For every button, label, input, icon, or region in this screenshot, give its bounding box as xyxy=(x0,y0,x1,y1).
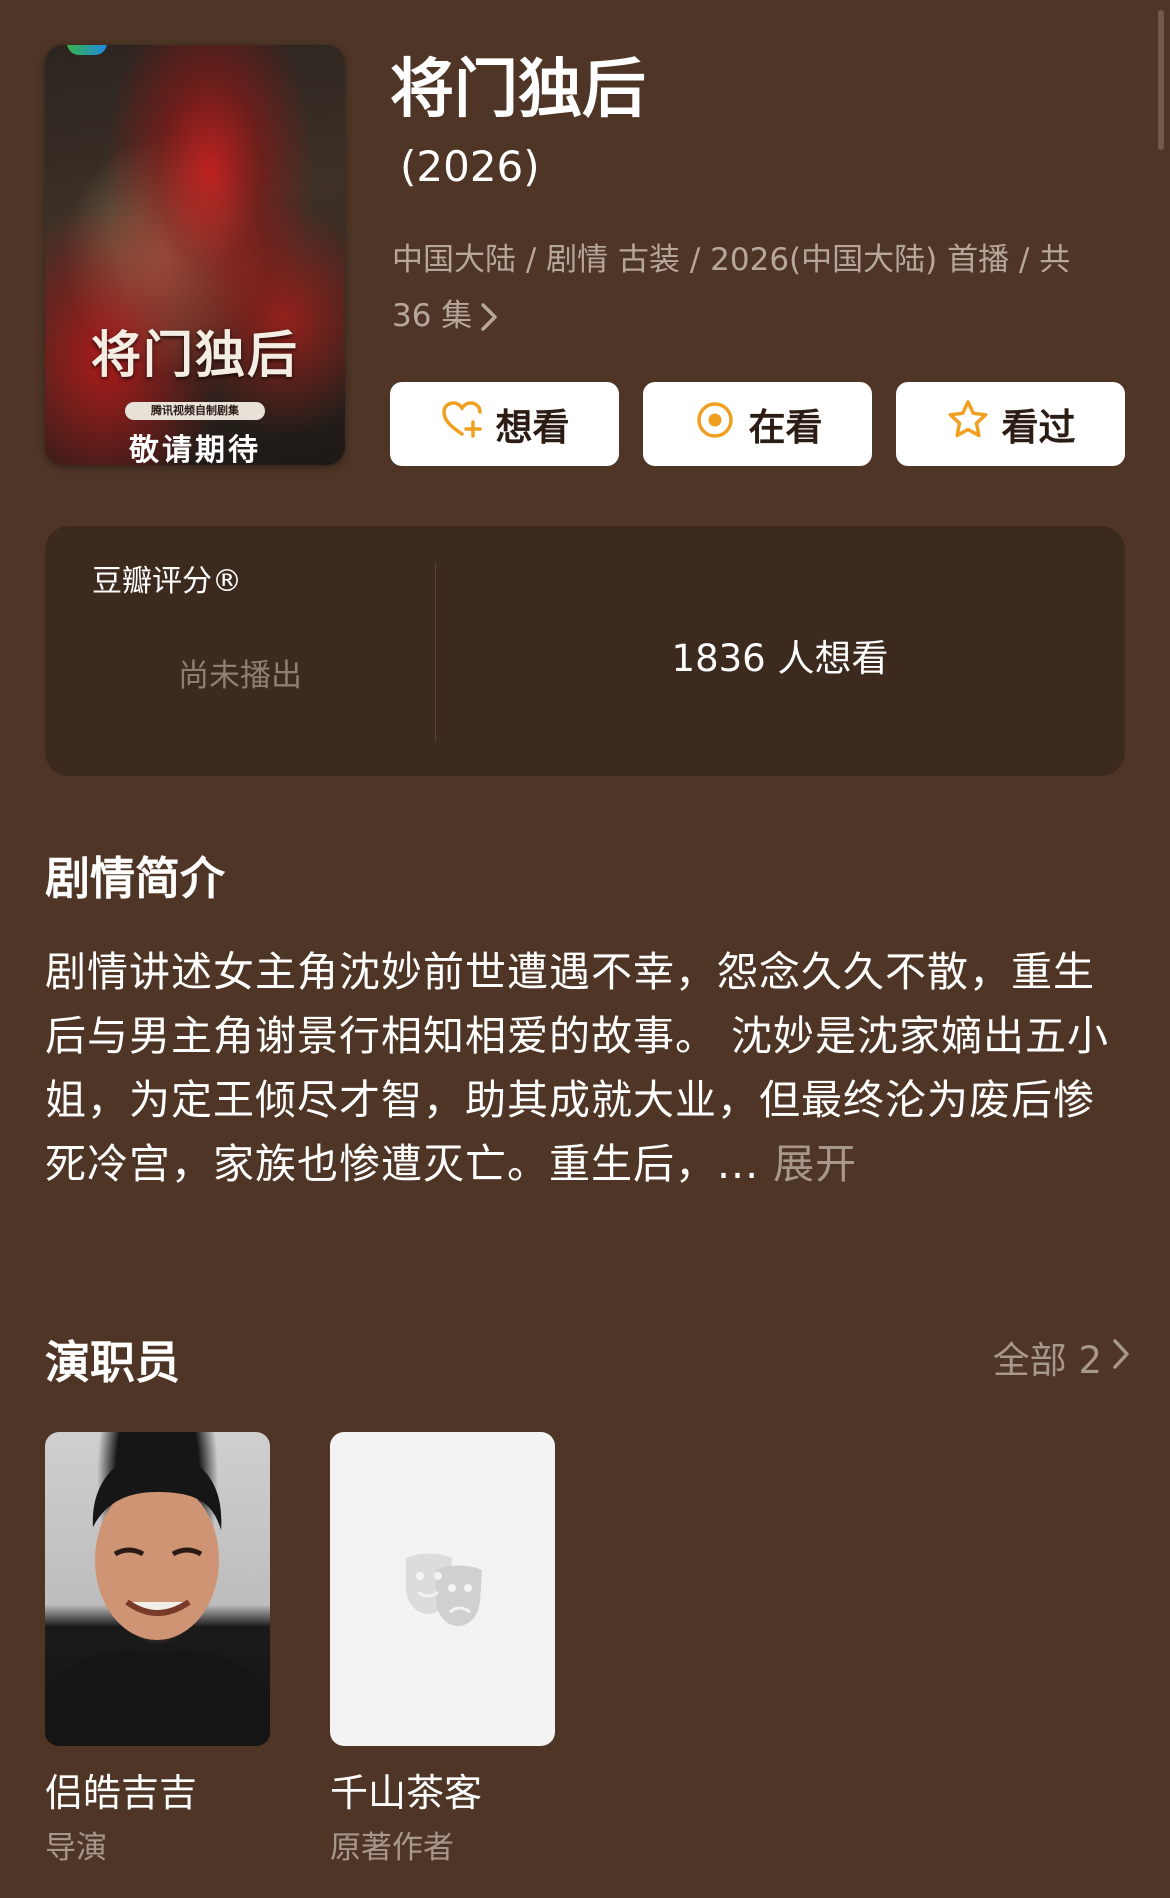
star-icon xyxy=(946,398,990,451)
cast-all-label: 全部 2 xyxy=(992,1339,1102,1382)
cast-name-2[interactable]: 千山茶客 xyxy=(330,1762,482,1817)
watched-button[interactable]: 看过 xyxy=(896,382,1125,466)
target-circle-icon xyxy=(693,398,737,451)
cast-photo-1[interactable] xyxy=(45,1432,270,1746)
synopsis-body: 剧情讲述女主角沈妙前世遭遇不幸，怨念久久不散，重生后与男主角谢景行相知相爱的故事… xyxy=(45,948,1110,1188)
synopsis-heading: 剧情简介 xyxy=(45,852,226,905)
meta-line-2: 36 集 xyxy=(392,288,1112,350)
cast-heading: 演职员 xyxy=(45,1336,181,1389)
poster-image[interactable]: 将门独后 腾讯视频自制剧集 敬请期待 xyxy=(45,45,345,465)
want-to-watch-label: 想看 xyxy=(495,406,570,449)
douban-rating-label: 豆瓣评分® xyxy=(92,564,242,599)
episode-count: 36 集 xyxy=(392,298,473,334)
meta-info-link[interactable]: 中国大陆 / 剧情 古装 / 2026(中国大陆) 首播 / 共 36 集 xyxy=(392,232,1112,350)
poster-title: 将门独后 xyxy=(91,325,299,384)
wish-count: 1836 人想看 xyxy=(671,637,889,680)
director-portrait xyxy=(45,1451,270,1746)
poster-badge: 腾讯视频自制剧集 xyxy=(125,402,265,420)
scrollbar[interactable] xyxy=(1158,10,1164,150)
theater-mask-icon xyxy=(406,1553,482,1626)
cast-role-1: 导演 xyxy=(45,1830,107,1866)
rating-status: 尚未播出 xyxy=(178,658,302,694)
watching-label: 在看 xyxy=(748,406,823,449)
movie-detail-page: 将门独后 腾讯视频自制剧集 敬请期待 将门独后 (2026) 中国大陆 / 剧情… xyxy=(0,0,1170,1898)
want-to-watch-button[interactable]: 想看 xyxy=(390,382,619,466)
watched-label: 看过 xyxy=(1001,406,1076,449)
release-year: (2026) xyxy=(400,142,540,191)
meta-line-1: 中国大陆 / 剧情 古装 / 2026(中国大陆) 首播 / 共 xyxy=(392,242,1071,278)
watching-button[interactable]: 在看 xyxy=(643,382,872,466)
synopsis-text[interactable]: 剧情讲述女主角沈妙前世遭遇不幸，怨念久久不散，重生后与男主角谢景行相知相爱的故事… xyxy=(45,940,1130,1196)
chevron-right-icon xyxy=(480,294,498,350)
cast-all-link[interactable]: 全部 2 xyxy=(993,1330,1130,1384)
cast-role-2: 原著作者 xyxy=(330,1830,454,1866)
cast-photo-2[interactable] xyxy=(330,1432,555,1746)
page-title: 将门独后 xyxy=(390,53,646,127)
rating-card[interactable]: 豆瓣评分® 尚未播出 1836 人想看 xyxy=(45,526,1125,776)
heart-plus-icon xyxy=(440,398,484,451)
tencent-video-logo xyxy=(67,45,107,55)
chevron-right-icon xyxy=(1112,1336,1130,1379)
expand-link[interactable]: 展开 xyxy=(773,1140,857,1188)
poster-subtitle: 敬请期待 xyxy=(129,433,261,465)
cast-name-1[interactable]: 侣皓吉吉 xyxy=(45,1762,197,1817)
